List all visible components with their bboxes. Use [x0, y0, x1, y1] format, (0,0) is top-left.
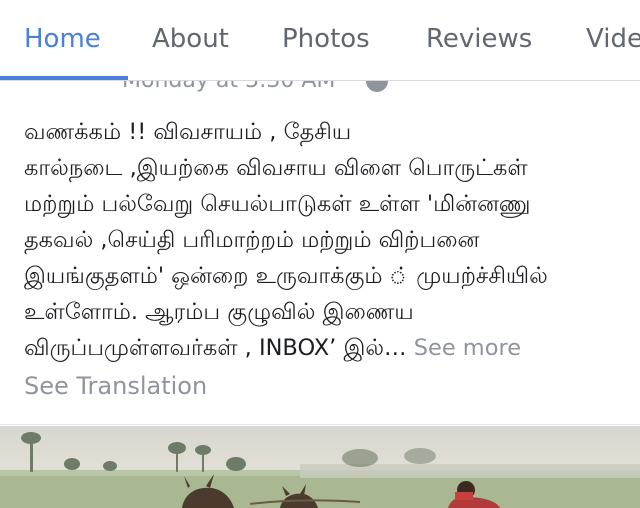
post-line: தகவல் ,செய்தி பரிமாற்றம் மற்றும் விற்பனை	[24, 227, 480, 253]
post-divider	[0, 424, 640, 425]
tab-about[interactable]: About	[152, 24, 229, 54]
tab-home[interactable]: Home	[24, 24, 101, 54]
see-more-link[interactable]: See more	[414, 335, 521, 361]
post-body: வணக்கம் !! விவசாயம் , தேசிய கால்நடை ,இயற…	[24, 114, 624, 366]
post-last-line-text: விருப்பமுள்ளவர்கள் , INBOX’ இல்…	[24, 335, 407, 361]
farm-photo-illustration	[0, 426, 640, 508]
post-line: உள்ளோம். ஆரம்ப குழுவில் இணைய	[24, 299, 414, 325]
active-tab-indicator	[0, 76, 128, 80]
post-line: மற்றும் பல்வேறு செயல்பாடுகள் உள்ள 'மின்ன…	[24, 191, 531, 217]
post-line: இயங்குதளம்' ஒன்றை உருவாக்கும் ் முயற்ச்ச…	[24, 263, 548, 289]
tab-reviews[interactable]: Reviews	[426, 24, 532, 54]
page-tab-bar: Home About Photos Reviews Vide	[0, 0, 640, 81]
tab-videos[interactable]: Vide	[586, 24, 640, 54]
see-translation-link[interactable]: See Translation	[24, 372, 207, 400]
post-line: வணக்கம் !! விவசாயம் , தேசிய	[24, 119, 352, 145]
post-last-line: விருப்பமுள்ளவர்கள் , INBOX’ இல்… See mor…	[24, 330, 624, 366]
post-photo[interactable]	[0, 426, 640, 508]
tab-photos[interactable]: Photos	[282, 24, 370, 54]
post-line: கால்நடை ,இயற்கை விவசாய விளை பொருட்கள்	[24, 155, 528, 181]
